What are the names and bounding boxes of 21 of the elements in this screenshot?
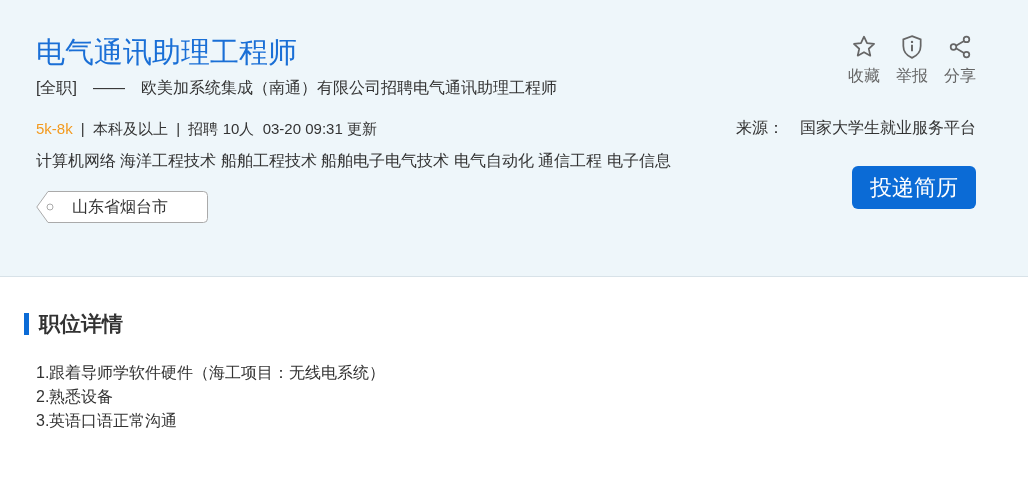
dash-separator: ——	[92, 78, 125, 98]
star-icon	[851, 34, 877, 60]
detail-line: 2.熟悉设备	[36, 387, 115, 407]
detail-line: 1.跟着导师学软件硬件（海工项目：无线电系统）	[36, 363, 387, 383]
detail-line: 3.英语口语正常沟通	[36, 411, 179, 431]
location-tag: 山东省烟台市	[36, 190, 208, 223]
salary-range: 5k-8k	[36, 119, 73, 139]
job-subtitle: 欧美加系统集成（南通）有限公司招聘电气通讯助理工程师	[140, 78, 557, 98]
favorite-button[interactable]: 收藏	[848, 34, 880, 88]
report-button[interactable]: 举报	[896, 34, 928, 88]
apply-button[interactable]: 投递简历	[852, 166, 976, 209]
shield-info-icon	[899, 34, 925, 60]
source-label: 来源：	[736, 118, 784, 138]
share-icon	[947, 34, 973, 60]
majors-list: 计算机网络 海洋工程技术 船舶工程技术 船舶电子电气技术 电气自动化 通信工程 电子信息	[36, 148, 671, 173]
section-heading: 职位详情	[24, 313, 1004, 335]
share-button[interactable]: 分享	[944, 34, 976, 88]
job-title: 电气通讯助理工程师	[36, 35, 298, 70]
source-name: 国家大学生就业服务平台	[800, 118, 976, 138]
job-type: [全职]	[36, 78, 77, 98]
job-meta: | 本科及以上 | 招聘 10人 03-20 09:31 更新	[80, 119, 377, 139]
